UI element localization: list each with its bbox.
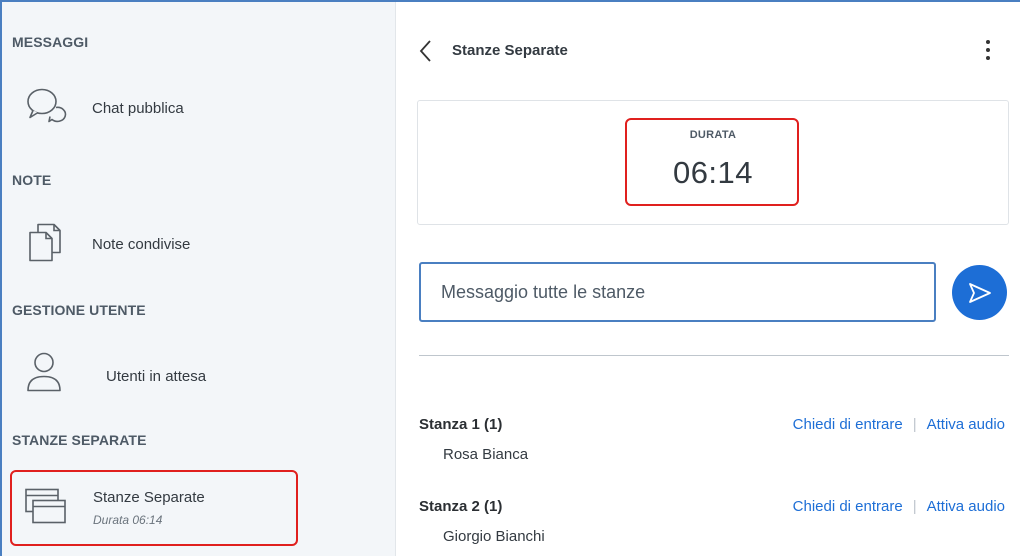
sidebar-item-public-chat[interactable]: Chat pubblica — [2, 76, 396, 140]
activate-audio-link[interactable]: Attiva audio — [927, 416, 1005, 433]
room-row: Stanza 2 (1) Giorgio Bianchi Chiedi di e… — [419, 498, 1009, 556]
sidebar-item-label: Note condivise — [92, 236, 191, 253]
sidebar-item-shared-notes[interactable]: Note condivise — [2, 212, 396, 276]
action-separator: | — [912, 416, 917, 433]
action-separator: | — [912, 498, 917, 515]
section-title-user-management: GESTIONE UTENTE — [12, 302, 146, 318]
room-member: Giorgio Bianchi — [443, 528, 545, 545]
kebab-dot-icon — [986, 48, 990, 52]
kebab-dot-icon — [986, 56, 990, 60]
sidebar-item-waiting-users[interactable]: Utenti in attesa — [2, 342, 396, 406]
room-actions: Chiedi di entrare | Attiva audio — [793, 498, 1005, 515]
join-room-link[interactable]: Chiedi di entrare — [793, 416, 903, 433]
room-name: Stanza 2 (1) — [419, 498, 503, 515]
kebab-dot-icon — [986, 40, 990, 44]
message-all-rooms-input[interactable] — [419, 262, 936, 322]
divider — [419, 355, 1009, 356]
section-title-notes: NOTE — [12, 172, 52, 188]
sidebar-item-label: Chat pubblica — [92, 100, 184, 117]
section-title-breakout-rooms: STANZE SEPARATE — [12, 432, 147, 448]
back-button[interactable] — [417, 38, 433, 64]
room-name: Stanza 1 (1) — [419, 416, 503, 433]
chat-bubbles-icon — [24, 84, 72, 133]
more-options-button[interactable] — [981, 38, 995, 66]
shared-notes-icon — [24, 219, 64, 270]
send-button[interactable] — [952, 265, 1007, 320]
user-icon — [24, 349, 64, 400]
sidebar: MESSAGGI Chat pubblica NOTE Note condivi… — [2, 2, 396, 556]
room-row: Stanza 1 (1) Rosa Bianca Chiedi di entra… — [419, 416, 1009, 476]
room-actions: Chiedi di entrare | Attiva audio — [793, 416, 1005, 433]
highlight-box-sidebar — [10, 470, 298, 546]
activate-audio-link[interactable]: Attiva audio — [927, 498, 1005, 515]
section-title-messages: MESSAGGI — [12, 34, 89, 50]
room-member: Rosa Bianca — [443, 446, 529, 463]
page-title: Stanze Separate — [452, 42, 568, 59]
sidebar-item-label: Utenti in attesa — [106, 368, 207, 385]
highlight-box-duration — [625, 118, 799, 206]
join-room-link[interactable]: Chiedi di entrare — [793, 498, 903, 515]
main-panel: Stanze Separate DURATA 06:14 Stanza 1 (1… — [397, 2, 1020, 556]
send-icon — [968, 282, 991, 303]
chevron-left-icon — [419, 40, 431, 62]
